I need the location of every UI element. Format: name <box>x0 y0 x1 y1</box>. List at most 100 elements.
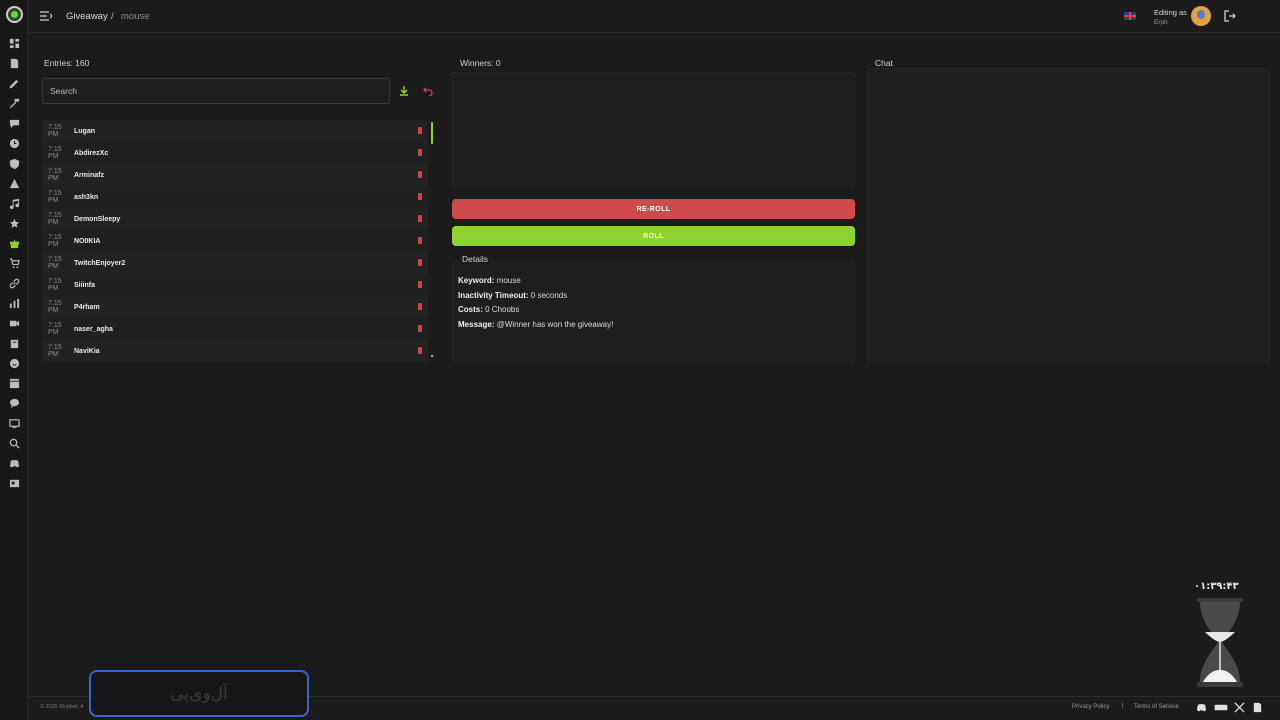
list-item: 7:15 PM Lugan <box>42 120 428 142</box>
winners-list <box>452 72 855 187</box>
chat-title: Chat <box>875 58 893 68</box>
list-item: 7:15 PM NO0KIA <box>42 230 428 252</box>
entries-scrollbar[interactable] <box>431 122 433 144</box>
warning-icon[interactable] <box>8 177 20 189</box>
delete-icon[interactable] <box>418 193 422 200</box>
chat-panel <box>867 68 1270 362</box>
entry-time: 7:15 PM <box>48 256 62 270</box>
menu-collapse-icon[interactable] <box>40 11 52 21</box>
entry-name: NaviKia <box>74 347 100 355</box>
delete-icon[interactable] <box>418 347 422 354</box>
list-item: 7:15 PM ash3kn <box>42 186 428 208</box>
dashboard-icon[interactable] <box>8 37 20 49</box>
sidebar <box>0 0 28 720</box>
delete-icon[interactable] <box>418 259 422 266</box>
list-item: 7:15 PM NaviKia <box>42 340 428 362</box>
delete-icon[interactable] <box>418 281 422 288</box>
x-icon[interactable] <box>1234 702 1245 713</box>
list-item: 7:15 PM TwitchEnjoyer2 <box>42 252 428 274</box>
terms-link[interactable]: Terms of Service <box>1134 704 1179 710</box>
entry-time: 7:15 PM <box>48 344 62 358</box>
delete-icon[interactable] <box>418 149 422 156</box>
winners-title: Winners: 0 <box>460 58 501 68</box>
box-icon[interactable] <box>8 337 20 349</box>
timer-overlay: ۰۱:۳۹:۴۳ <box>1194 581 1239 592</box>
undo-icon[interactable] <box>423 86 433 96</box>
stats-icon[interactable] <box>8 297 20 309</box>
app-logo[interactable] <box>6 6 23 23</box>
message-icon[interactable] <box>8 397 20 409</box>
entry-time: 7:15 PM <box>48 322 62 336</box>
breadcrumb-section[interactable]: Giveaway <box>66 11 108 22</box>
search-icon[interactable] <box>8 437 20 449</box>
star-icon[interactable] <box>8 217 20 229</box>
entry-time: 7:15 PM <box>48 168 62 182</box>
cart-icon[interactable] <box>8 257 20 269</box>
delete-icon[interactable] <box>418 303 422 310</box>
discord-icon[interactable] <box>1196 702 1207 713</box>
clock-icon[interactable] <box>8 137 20 149</box>
avatar[interactable] <box>1191 6 1211 26</box>
hourglass-icon <box>1197 598 1243 687</box>
inactivity-value: 0 seconds <box>530 291 568 300</box>
music-icon[interactable] <box>8 197 20 209</box>
keyword-label: Keyword: <box>458 276 495 285</box>
gift-icon[interactable] <box>8 237 20 249</box>
breadcrumb-separator: / <box>111 11 114 22</box>
copyright: © 2025 Kickbot. A <box>40 704 84 710</box>
pen-icon[interactable] <box>8 77 20 89</box>
list-item: 7:15 PM AbdirezXc <box>42 142 428 164</box>
entry-time: 7:15 PM <box>48 212 62 226</box>
smile-icon[interactable] <box>8 357 20 369</box>
watermark-logo: آل‌وی‌پی <box>89 670 309 717</box>
video-icon[interactable] <box>8 317 20 329</box>
entry-time: 7:15 PM <box>48 190 62 204</box>
entry-time: 7:15 PM <box>48 124 62 138</box>
clapper-icon[interactable] <box>8 377 20 389</box>
download-icon[interactable] <box>399 86 409 96</box>
docs-icon[interactable] <box>1252 702 1263 713</box>
roll-button[interactable]: ROLL <box>452 226 855 246</box>
entry-time: 7:15 PM <box>48 300 62 314</box>
message-label: Message: <box>458 320 495 329</box>
entry-time: 7:15 PM <box>48 146 62 160</box>
entry-time: 7:15 PM <box>48 278 62 292</box>
delete-icon[interactable] <box>418 171 422 178</box>
chat-bubble-icon[interactable] <box>8 117 20 129</box>
delete-icon[interactable] <box>418 325 422 332</box>
details-title: Details <box>460 254 490 264</box>
entry-name: P4rham <box>74 303 100 311</box>
shield-icon[interactable] <box>8 157 20 169</box>
entries-list: 7:15 PM Lugan 7:15 PM AbdirezXc 7:15 PM Arm… <box>42 120 428 362</box>
delete-icon[interactable] <box>418 127 422 134</box>
link-icon[interactable] <box>8 277 20 289</box>
reroll-button[interactable]: RE-ROLL <box>452 199 855 219</box>
costs-label: Costs: <box>458 305 483 314</box>
list-item: 7:15 PM Siiinfa <box>42 274 428 296</box>
editing-as: Editing as Erph <box>1154 8 1187 28</box>
detail-message: Message: @Winner has won the giveaway! <box>458 320 613 329</box>
entry-name: Arminafz <box>74 171 104 179</box>
delete-icon[interactable] <box>418 237 422 244</box>
search-input[interactable] <box>42 78 390 104</box>
entries-scroll-end <box>431 355 433 357</box>
inactivity-label: Inactivity Timeout: <box>458 291 529 300</box>
editing-user: Erph <box>1154 19 1168 26</box>
id-card-icon[interactable] <box>8 477 20 489</box>
list-item: 7:15 PM P4rham <box>42 296 428 318</box>
delete-icon[interactable] <box>418 215 422 222</box>
logout-icon[interactable] <box>1224 10 1236 22</box>
discord-icon[interactable] <box>8 457 20 469</box>
monitor-icon[interactable] <box>8 417 20 429</box>
list-item: 7:15 PM DemonSleepy <box>42 208 428 230</box>
document-icon[interactable] <box>8 57 20 69</box>
entry-time: 7:15 PM <box>48 234 62 248</box>
kick-icon[interactable] <box>1214 702 1228 713</box>
hammer-icon[interactable] <box>8 97 20 109</box>
entry-name: AbdirezXc <box>74 149 109 157</box>
entry-name: Siiinfa <box>74 281 96 289</box>
privacy-link[interactable]: Privacy Policy <box>1072 704 1109 710</box>
keyword-value: mouse <box>496 276 521 285</box>
language-flag-icon[interactable] <box>1124 12 1136 20</box>
entry-name: naser_agha <box>74 325 113 333</box>
